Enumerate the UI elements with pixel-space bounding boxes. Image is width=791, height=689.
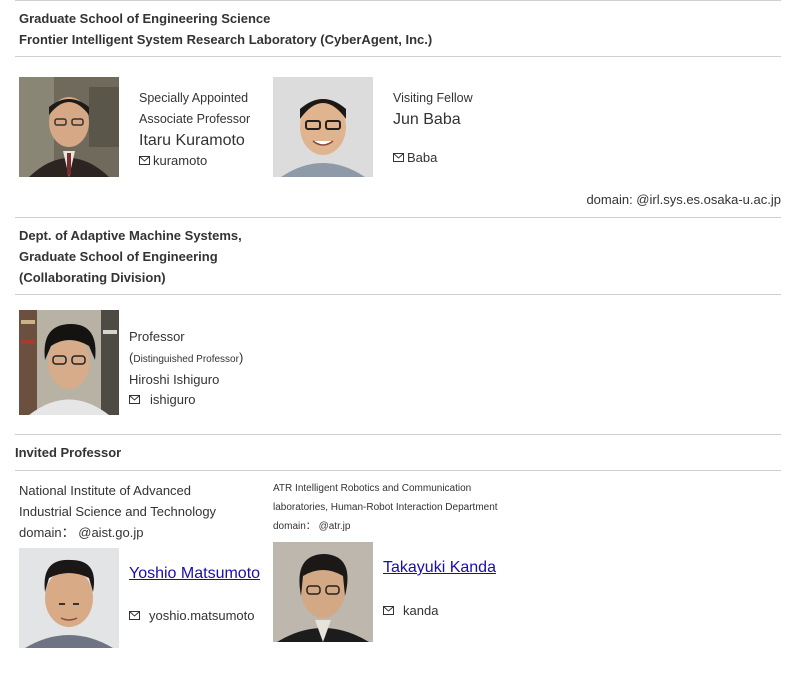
email-entry: ishiguro: [129, 392, 196, 407]
email-text: Baba: [407, 150, 438, 165]
mail-icon: [139, 156, 150, 165]
person-title: Associate Professor: [139, 112, 251, 126]
person-title: Professor: [129, 329, 185, 344]
mail-icon: [383, 606, 394, 615]
person-title: Visiting Fellow: [393, 91, 473, 105]
domain-note: domain： @atr.jp: [273, 521, 351, 532]
person-photo-ishiguro: [19, 310, 119, 415]
person-subtitle: (Distinguished Professor): [129, 350, 244, 365]
divider: [15, 217, 781, 218]
person-name: Jun Baba: [393, 111, 461, 128]
section-heading: Invited Professor: [15, 445, 122, 460]
divider: [15, 56, 781, 57]
person-photo-matsumoto: [19, 548, 119, 648]
person-photo-baba: [273, 77, 373, 177]
divider: [15, 0, 781, 1]
person-name: Hiroshi Ishiguro: [129, 372, 220, 387]
org-name: Industrial Science and Technology: [19, 504, 217, 519]
person-name: Itaru Kuramoto: [139, 132, 245, 149]
divider: [15, 294, 781, 295]
email-text: kanda: [403, 603, 439, 618]
org-name: laboratories, Human-Robot Interaction De…: [273, 502, 498, 513]
domain-note: domain: @irl.sys.es.osaka-u.ac.jp: [586, 192, 781, 207]
person-name-link[interactable]: Takayuki Kanda: [383, 559, 496, 576]
mail-icon: [393, 153, 404, 162]
section-heading: (Collaborating Division): [19, 270, 166, 285]
email-entry: kuramoto: [139, 153, 207, 168]
person-link-matsumoto[interactable]: Yoshio Matsumoto: [129, 565, 260, 583]
person-name-link[interactable]: Yoshio Matsumoto: [129, 565, 260, 582]
divider: [15, 470, 781, 471]
section-heading: Frontier Intelligent System Research Lab…: [19, 32, 433, 47]
section-heading: Dept. of Adaptive Machine Systems,: [19, 228, 242, 243]
email-text: kuramoto: [153, 153, 208, 168]
section-heading: Graduate School of Engineering Science: [19, 11, 271, 26]
mail-icon: [129, 611, 140, 620]
person-link-kanda[interactable]: Takayuki Kanda: [383, 559, 496, 577]
divider: [15, 434, 781, 435]
section-heading: Graduate School of Engineering: [19, 249, 218, 264]
person-title: Specially Appointed: [139, 91, 249, 105]
person-photo-kanda: [273, 542, 373, 642]
person-photo-kuramoto: [19, 77, 119, 177]
email-entry: Baba: [393, 150, 437, 165]
email-text: yoshio.matsumoto: [149, 608, 255, 623]
org-name: National Institute of Advanced: [19, 483, 192, 498]
email-text: ishiguro: [150, 392, 196, 407]
mail-icon: [129, 395, 140, 404]
email-entry: yoshio.matsumoto: [129, 608, 255, 623]
domain-note: domain： @aist.go.jp: [19, 525, 144, 540]
org-name: ATR Intelligent Robotics and Communicati…: [273, 483, 472, 494]
email-entry: kanda: [383, 603, 438, 618]
